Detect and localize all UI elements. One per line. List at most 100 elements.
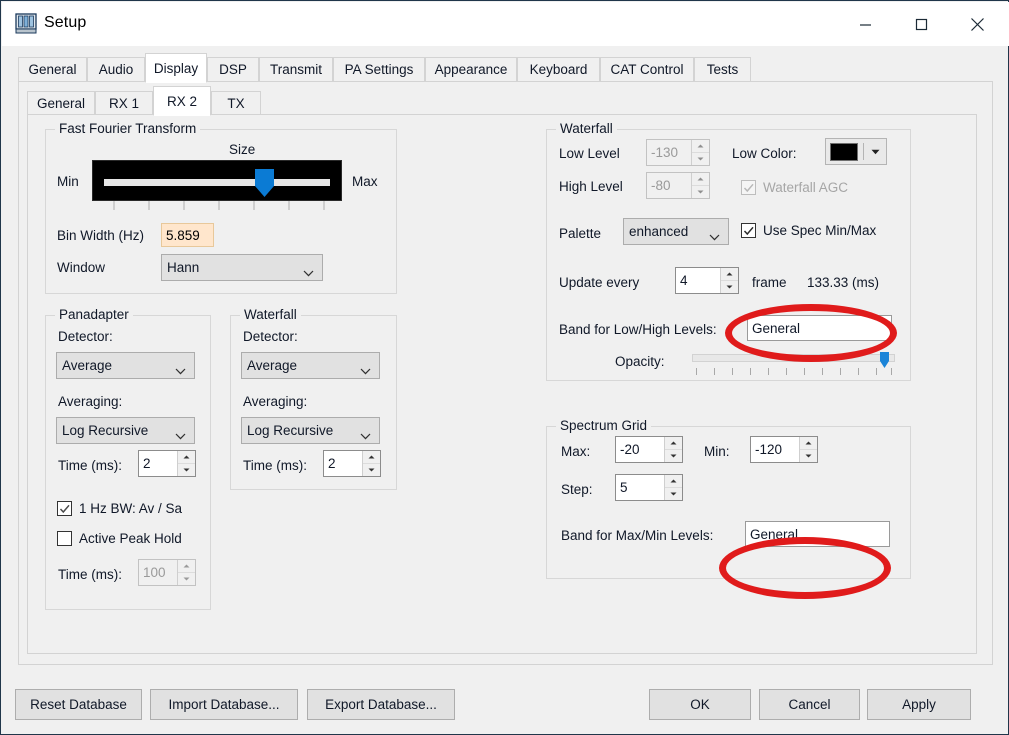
frame-ms-value: 133.33 (ms) [807, 275, 879, 290]
fft-slider-thumb[interactable] [255, 169, 274, 197]
cancel-button[interactable]: Cancel [759, 689, 860, 720]
reset-database-button[interactable]: Reset Database [15, 689, 142, 720]
high-level-spinner: -80 [646, 172, 710, 199]
low-color-button[interactable] [825, 138, 887, 165]
update-every-value: 4 [676, 273, 720, 288]
tab-audio[interactable]: Audio [87, 57, 145, 82]
tab-appearance[interactable]: Appearance [425, 57, 517, 82]
close-icon[interactable] [951, 3, 1003, 46]
subtab-tx[interactable]: TX [211, 91, 261, 115]
window-label: Window [57, 260, 105, 275]
low-level-value: -130 [647, 145, 691, 160]
band-low-high-input[interactable]: General [747, 315, 892, 341]
fft-min-label: Min [57, 174, 79, 189]
subtab-label: TX [227, 96, 244, 111]
spinner-down-icon[interactable] [178, 464, 195, 476]
high-level-label: High Level [559, 179, 623, 194]
spinner-up-icon[interactable] [363, 451, 380, 464]
spinner-down-icon[interactable] [665, 488, 682, 500]
maximize-icon[interactable] [895, 3, 947, 46]
panadapter-time-spinner[interactable]: 2 [138, 450, 196, 477]
fft-size-slider[interactable] [92, 160, 342, 201]
spinner-down-icon[interactable] [721, 281, 738, 293]
fft-group-label: Fast Fourier Transform [55, 121, 200, 136]
tab-label: PA Settings [345, 62, 414, 77]
active-peak-hold-checkbox[interactable]: Active Peak Hold [57, 531, 182, 546]
tab-transmit[interactable]: Transmit [259, 57, 333, 82]
waterfall-detector-combo[interactable]: Average [241, 352, 380, 379]
export-database-button[interactable]: Export Database... [307, 689, 455, 720]
bin-width-value: 5.859 [161, 223, 214, 247]
spinner-buttons[interactable] [664, 437, 682, 462]
spectrum-grid-group-label: Spectrum Grid [556, 418, 651, 433]
spinner-down-icon[interactable] [665, 450, 682, 462]
waterfall-time-spinner[interactable]: 2 [323, 450, 381, 477]
subtab-rx2[interactable]: RX 2 [153, 86, 211, 116]
opacity-slider-track [692, 354, 895, 362]
panadapter-detector-combo[interactable]: Average [56, 352, 195, 379]
tab-label: Appearance [435, 62, 508, 77]
tab-label: Audio [99, 62, 134, 77]
opacity-slider-thumb[interactable] [880, 352, 889, 368]
chevron-down-icon [175, 363, 186, 370]
spinner-buttons[interactable] [664, 475, 682, 500]
band-max-min-label: Band for Max/Min Levels: [561, 528, 713, 543]
palette-combo[interactable]: enhanced [623, 218, 729, 245]
spinner-buttons[interactable] [362, 451, 380, 476]
use-spec-minmax-checkbox[interactable]: Use Spec Min/Max [741, 223, 876, 238]
panadapter-detector-label: Detector: [58, 329, 113, 344]
ok-button[interactable]: OK [649, 689, 751, 720]
waterfall-left-group-label: Waterfall [240, 307, 301, 322]
chevron-down-icon[interactable] [869, 149, 881, 155]
spinner-up-icon[interactable] [665, 475, 682, 488]
spinner-buttons[interactable] [177, 451, 195, 476]
grid-max-spinner[interactable]: -20 [615, 436, 683, 463]
tab-tests[interactable]: Tests [694, 57, 751, 82]
waterfall-averaging-value: Log Recursive [247, 423, 333, 438]
spinner-up-icon[interactable] [665, 437, 682, 450]
waterfall-right-group-label: Waterfall [556, 121, 617, 136]
minimize-icon[interactable] [839, 3, 891, 46]
spinner-buttons[interactable] [720, 268, 738, 293]
waterfall-averaging-combo[interactable]: Log Recursive [241, 417, 380, 444]
chevron-down-icon [175, 428, 186, 435]
one-hz-bw-checkbox[interactable]: 1 Hz BW: Av / Sa [57, 501, 182, 516]
apply-button[interactable]: Apply [867, 689, 971, 720]
window-title: Setup [44, 14, 86, 32]
grid-min-label: Min: [704, 444, 730, 459]
waterfall-averaging-label: Averaging: [243, 394, 307, 409]
spinner-up-icon [178, 560, 195, 573]
band-max-min-input[interactable]: General [745, 521, 890, 547]
peak-hold-time-label: Time (ms): [58, 567, 122, 582]
spinner-down-icon[interactable] [363, 464, 380, 476]
subtab-rx1[interactable]: RX 1 [95, 91, 153, 115]
tab-general[interactable]: General [18, 57, 87, 82]
spinner-down-icon[interactable] [800, 450, 817, 462]
panadapter-averaging-combo[interactable]: Log Recursive [56, 417, 195, 444]
spinner-up-icon[interactable] [178, 451, 195, 464]
tab-dsp[interactable]: DSP [207, 57, 259, 82]
opacity-slider[interactable] [692, 354, 895, 376]
peak-hold-time-spinner: 100 [138, 559, 196, 586]
spinner-down-icon [692, 186, 709, 198]
tab-label: Keyboard [530, 62, 588, 77]
subtab-label: General [37, 96, 85, 111]
subtab-general[interactable]: General [27, 91, 95, 115]
tab-keyboard[interactable]: Keyboard [517, 57, 600, 82]
panadapter-detector-value: Average [62, 358, 112, 373]
tab-pa-settings[interactable]: PA Settings [333, 57, 425, 82]
tab-label: Tests [707, 62, 739, 77]
spinner-up-icon[interactable] [721, 268, 738, 281]
spinner-up-icon[interactable] [800, 437, 817, 450]
tab-cat-control[interactable]: CAT Control [600, 57, 694, 82]
update-every-spinner[interactable]: 4 [675, 267, 739, 294]
grid-min-spinner[interactable]: -120 [750, 436, 818, 463]
subtab-label: RX 1 [109, 96, 139, 111]
tab-display[interactable]: Display [145, 53, 207, 83]
import-database-button[interactable]: Import Database... [150, 689, 298, 720]
waterfall-time-label: Time (ms): [243, 458, 307, 473]
low-color-label: Low Color: [732, 146, 797, 161]
spinner-buttons[interactable] [799, 437, 817, 462]
grid-step-spinner[interactable]: 5 [615, 474, 683, 501]
window-combo[interactable]: Hann [161, 254, 323, 281]
